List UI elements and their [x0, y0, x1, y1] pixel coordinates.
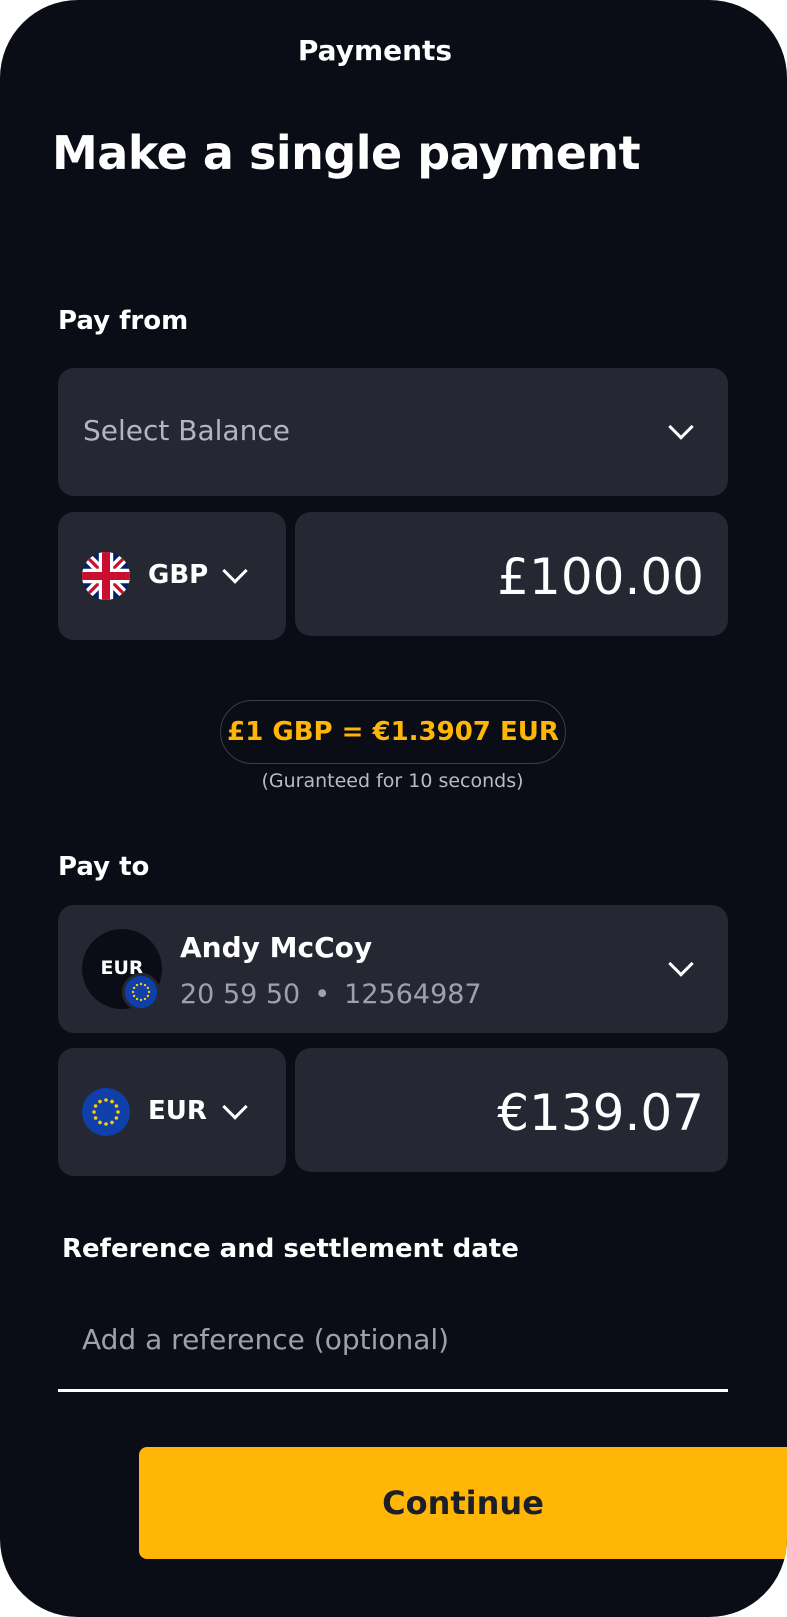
exchange-rate-badge: £1 GBP = €1.3907 EUR	[220, 700, 566, 764]
page-title: Make a single payment	[52, 126, 641, 180]
pay-from-label: Pay from	[58, 306, 189, 336]
uk-flag-icon	[82, 552, 130, 600]
select-balance-dropdown[interactable]: Select Balance	[58, 368, 728, 496]
payee-sort-code: 20 59 50	[180, 979, 301, 1010]
to-currency-selector[interactable]: EUR	[58, 1048, 286, 1176]
from-amount-field[interactable]: £100.00	[295, 512, 728, 636]
exchange-rate-note-text: (Guranteed for 10 seconds)	[261, 770, 524, 792]
from-currency-selector[interactable]: GBP	[58, 512, 286, 640]
eu-flag-icon	[82, 1088, 130, 1136]
payee-separator: •	[314, 979, 331, 1010]
chevron-down-icon	[668, 414, 694, 440]
select-balance-placeholder: Select Balance	[83, 414, 290, 447]
to-amount-field[interactable]: €139.07	[295, 1048, 728, 1172]
nav-title: Payments	[297, 34, 453, 67]
eu-flag-icon	[122, 973, 160, 1011]
reference-label: Reference and settlement date	[62, 1234, 519, 1264]
chevron-down-icon	[222, 558, 248, 584]
continue-button[interactable]: Continue	[139, 1447, 787, 1559]
reference-input[interactable]	[58, 1310, 728, 1392]
to-amount-value: €139.07	[497, 1084, 704, 1142]
payee-avatar: EUR	[82, 929, 162, 1011]
chevron-down-icon	[222, 1094, 248, 1120]
payee-account-details: 20 59 50 • 12564987	[180, 979, 482, 1010]
pay-to-label: Pay to	[58, 852, 150, 882]
payment-screen: Payments Make a single payment Pay from …	[0, 0, 787, 1617]
payee-selector[interactable]: EUR Andy McCoy 20 59 50 • 12564987	[58, 905, 728, 1033]
payee-account-number: 12564987	[344, 979, 482, 1010]
payee-name: Andy McCoy	[180, 931, 373, 964]
exchange-rate-note: (Guranteed for 10 seconds)	[0, 770, 787, 792]
from-amount-value: £100.00	[497, 548, 704, 606]
chevron-down-icon	[668, 951, 694, 977]
from-currency-code: GBP	[148, 560, 209, 590]
to-currency-code: EUR	[148, 1096, 207, 1126]
